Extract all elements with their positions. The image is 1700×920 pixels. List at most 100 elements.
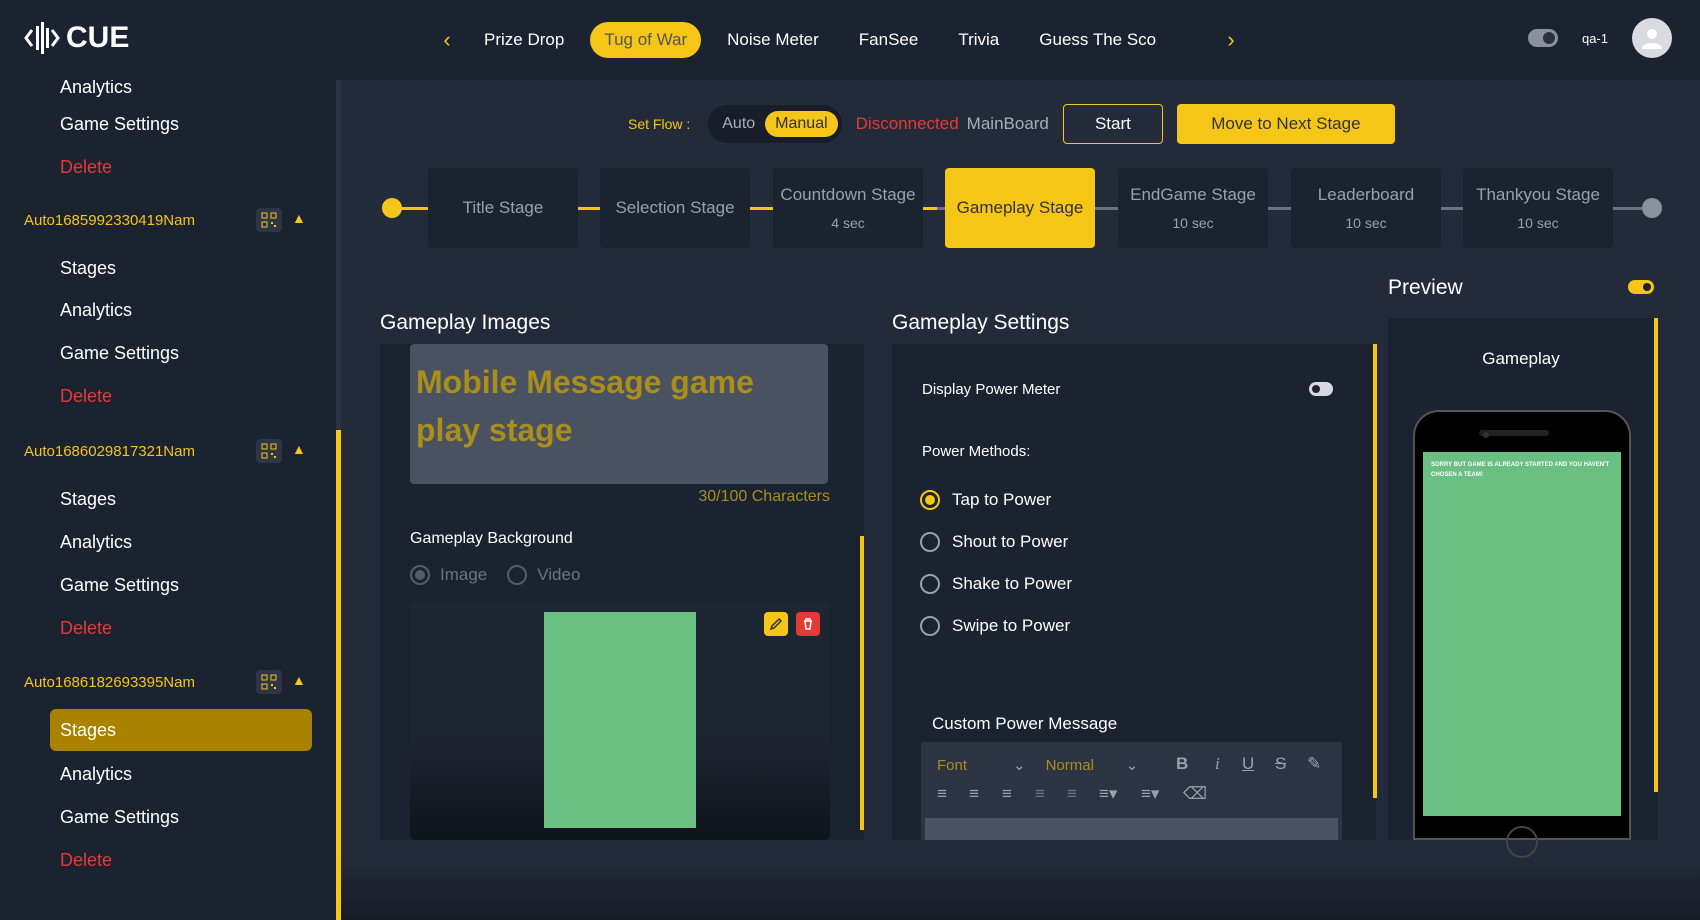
radio-circle bbox=[920, 532, 940, 552]
chevron-down-icon[interactable]: ⌄ bbox=[1013, 756, 1026, 774]
stage-start-dot bbox=[382, 198, 402, 218]
indent-icon[interactable]: ≡ bbox=[1035, 784, 1045, 804]
start-button[interactable]: Start bbox=[1062, 104, 1163, 144]
preview-screen-title: Gameplay bbox=[1482, 349, 1560, 368]
images-scrollbar-thumb[interactable] bbox=[860, 536, 864, 830]
qr-code-icon[interactable] bbox=[256, 439, 282, 463]
stage-end-dot bbox=[1642, 198, 1662, 218]
game-nav: ‹ Prize Drop Tug of War Noise Meter FanS… bbox=[430, 20, 1248, 60]
stage-endgame[interactable]: EndGame Stage 10 sec bbox=[1118, 168, 1268, 248]
sidebar-item-game-settings[interactable]: Game Settings bbox=[50, 564, 312, 606]
flow-auto-option[interactable]: Auto bbox=[712, 111, 765, 137]
sidebar-item-stages[interactable]: Stages bbox=[50, 478, 312, 520]
flow-manual-option[interactable]: Manual bbox=[765, 111, 838, 137]
top-bar: CUE ‹ Prize Drop Tug of War Noise Meter … bbox=[0, 0, 1700, 80]
radio-shake-to-power[interactable]: Shake to Power bbox=[920, 574, 1072, 594]
align-center-icon[interactable]: ≡ bbox=[969, 784, 979, 804]
flow-mode-switch[interactable]: Auto Manual bbox=[708, 105, 842, 143]
qr-code-icon[interactable] bbox=[256, 208, 282, 232]
game-tab-guess-the-score[interactable]: Guess The Sco bbox=[1025, 22, 1170, 58]
game-tab-noise-meter[interactable]: Noise Meter bbox=[713, 22, 833, 58]
sidebar-item-delete[interactable]: Delete bbox=[50, 839, 312, 881]
radio-shout-to-power[interactable]: Shout to Power bbox=[920, 532, 1068, 552]
cue-logo[interactable]: CUE bbox=[24, 20, 129, 56]
underline-icon[interactable]: U bbox=[1242, 754, 1254, 774]
stage-gameplay[interactable]: Gameplay Stage bbox=[945, 168, 1095, 248]
radio-label: Tap to Power bbox=[952, 490, 1052, 509]
stage-name: Countdown Stage bbox=[780, 185, 916, 204]
align-right-icon[interactable]: ≡ bbox=[1002, 784, 1012, 804]
qr-code-icon[interactable] bbox=[256, 670, 282, 694]
chevron-up-icon[interactable]: ▲ bbox=[292, 672, 306, 688]
chevron-left-icon[interactable]: ‹ bbox=[430, 20, 464, 60]
radio-circle bbox=[920, 490, 940, 510]
eraser-icon[interactable]: ⌫ bbox=[1183, 784, 1207, 804]
highlighter-icon[interactable]: ✎ bbox=[1307, 754, 1321, 774]
sidebar-group-header[interactable]: Auto1686182693395Nam ▲ bbox=[24, 666, 314, 698]
chevron-up-icon[interactable]: ▲ bbox=[292, 210, 306, 226]
gameplay-images-title: Gameplay Images bbox=[380, 311, 551, 334]
radio-swipe-to-power[interactable]: Swipe to Power bbox=[920, 616, 1070, 636]
preview-toggle[interactable] bbox=[1628, 280, 1654, 294]
stage-name: Title Stage bbox=[462, 198, 544, 217]
italic-icon[interactable]: i bbox=[1215, 754, 1220, 774]
phone-screen: Sorry but game is already started and yo… bbox=[1423, 452, 1621, 816]
sidebar-group-header[interactable]: Auto1685992330419Nam ▲ bbox=[24, 204, 314, 236]
stage-name: Selection Stage bbox=[615, 198, 735, 217]
avatar[interactable] bbox=[1632, 18, 1672, 58]
custom-power-message-input[interactable] bbox=[925, 818, 1338, 840]
stage-title[interactable]: Title Stage bbox=[428, 168, 578, 248]
size-select[interactable]: Normal bbox=[1046, 757, 1126, 774]
align-left-icon[interactable]: ≡ bbox=[937, 784, 947, 804]
game-tab-trivia[interactable]: Trivia bbox=[944, 22, 1013, 58]
ordered-list-icon[interactable]: ≡▾ bbox=[1099, 784, 1117, 804]
flow-bar: Set Flow : Auto Manual Disconnected Main… bbox=[628, 104, 1395, 144]
stage-name: Leaderboard bbox=[1317, 185, 1415, 204]
sidebar-item-delete[interactable]: Delete bbox=[50, 146, 312, 188]
bullet-list-icon[interactable]: ≡▾ bbox=[1141, 784, 1159, 804]
trash-icon[interactable] bbox=[796, 612, 820, 636]
font-select[interactable]: Font bbox=[937, 757, 1013, 774]
radio-circle bbox=[410, 565, 430, 585]
sidebar-item-delete[interactable]: Delete bbox=[50, 607, 312, 649]
settings-scrollbar-thumb[interactable] bbox=[1373, 344, 1377, 798]
strikethrough-icon[interactable]: S bbox=[1275, 754, 1286, 774]
sidebar-item-stages[interactable]: Stages bbox=[50, 247, 312, 289]
sidebar-item-game-settings[interactable]: Game Settings bbox=[50, 332, 312, 374]
stage-name: Gameplay Stage bbox=[956, 198, 1084, 217]
phone-camera bbox=[1483, 432, 1489, 438]
chevron-down-icon[interactable]: ⌄ bbox=[1126, 756, 1139, 774]
sidebar-item-stages[interactable]: Stages bbox=[50, 709, 312, 751]
sidebar-item-analytics[interactable]: Analytics bbox=[50, 289, 312, 331]
chevron-up-icon[interactable]: ▲ bbox=[292, 441, 306, 457]
sidebar-group-header[interactable]: Auto1686029817321Nam ▲ bbox=[24, 435, 314, 467]
power-meter-toggle[interactable] bbox=[1309, 382, 1333, 396]
preview-scrollbar-thumb[interactable] bbox=[1654, 318, 1658, 792]
stage-selection[interactable]: Selection Stage bbox=[600, 168, 750, 248]
stage-thankyou[interactable]: Thankyou Stage 10 sec bbox=[1463, 168, 1613, 248]
radio-tap-to-power[interactable]: Tap to Power bbox=[920, 490, 1051, 510]
mobile-message-input[interactable]: Mobile Message game play stage bbox=[410, 344, 828, 484]
move-to-next-stage-button[interactable]: Move to Next Stage bbox=[1176, 104, 1395, 144]
sidebar-item-analytics[interactable]: Analytics bbox=[50, 753, 312, 795]
game-tab-tug-of-war[interactable]: Tug of War bbox=[590, 22, 702, 58]
user-icon bbox=[1642, 29, 1662, 49]
sidebar-item-analytics[interactable]: Analytics bbox=[50, 521, 312, 563]
edit-icon[interactable] bbox=[764, 612, 788, 636]
radio-label: Video bbox=[537, 565, 581, 584]
radio-image[interactable]: Image bbox=[410, 565, 487, 585]
outdent-icon[interactable]: ≡ bbox=[1067, 784, 1077, 804]
bold-icon[interactable]: B bbox=[1176, 754, 1188, 774]
background-type-radio-group: Image Video bbox=[410, 565, 580, 585]
sidebar-item-delete[interactable]: Delete bbox=[50, 375, 312, 417]
sidebar-item-game-settings[interactable]: Game Settings bbox=[50, 796, 312, 838]
editor-toolbar-row: Font ⌄ Normal ⌄ bbox=[937, 756, 1139, 775]
game-tab-fansee[interactable]: FanSee bbox=[845, 22, 933, 58]
stage-countdown[interactable]: Countdown Stage 4 sec bbox=[773, 168, 923, 248]
theme-toggle[interactable] bbox=[1527, 29, 1558, 47]
sidebar-item-game-settings[interactable]: Game Settings bbox=[50, 103, 312, 145]
game-tab-prize-drop[interactable]: Prize Drop bbox=[470, 22, 578, 58]
stage-leaderboard[interactable]: Leaderboard 10 sec bbox=[1291, 168, 1441, 248]
radio-video[interactable]: Video bbox=[507, 565, 580, 585]
chevron-right-icon[interactable]: › bbox=[1214, 20, 1248, 60]
